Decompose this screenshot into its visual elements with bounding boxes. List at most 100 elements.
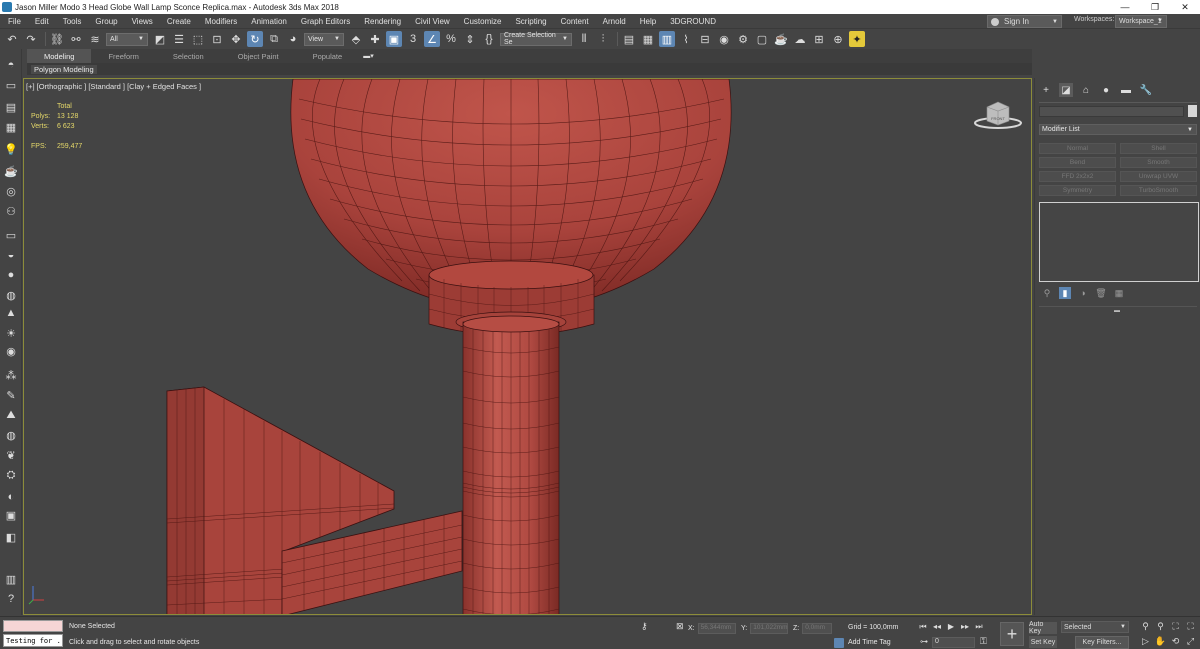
scene-list-icon[interactable]: ▤	[3, 99, 19, 115]
time-tag-icon[interactable]	[834, 638, 844, 648]
pan-icon[interactable]: ✋	[1153, 635, 1168, 648]
reference-coordinate-dropdown[interactable]: View ▼	[304, 32, 344, 46]
close-button[interactable]: ✕	[1170, 0, 1200, 14]
select-place-icon[interactable]: ◕	[285, 31, 301, 47]
selection-lock-icon[interactable]: ⚷	[641, 621, 648, 632]
menu-views[interactable]: Views	[126, 17, 161, 26]
object-name-field[interactable]	[1039, 106, 1184, 117]
workspace-select[interactable]: Workspace_1 ▼	[1115, 15, 1167, 28]
field-of-view-icon[interactable]: ▷	[1138, 635, 1153, 648]
bind-space-warp-icon[interactable]: ≋	[87, 31, 103, 47]
modify-tab-icon[interactable]: ◪	[1059, 83, 1073, 97]
next-frame-icon[interactable]: ▸▸	[960, 622, 970, 632]
modifier-bend-button[interactable]: Bend	[1039, 157, 1116, 168]
modifier-shell-button[interactable]: Shell	[1120, 143, 1197, 154]
select-rotate-icon[interactable]: ↻	[247, 31, 263, 47]
menu-arnold[interactable]: Arnold	[597, 17, 634, 26]
link-icon[interactable]: ⛓	[49, 31, 65, 47]
box-icon[interactable]: ▭	[3, 227, 19, 243]
window-crossing-icon[interactable]: ⊡	[209, 31, 225, 47]
select-by-name-icon[interactable]: ☰	[171, 31, 187, 47]
menu-tools[interactable]: Tools	[57, 17, 90, 26]
menu-help[interactable]: Help	[634, 17, 664, 26]
key-mode-icon[interactable]: ⚿	[980, 636, 987, 647]
absolute-mode-icon[interactable]: ⊠	[676, 621, 684, 632]
edit-named-selection-icon[interactable]: {}	[481, 31, 497, 47]
key-mode-dropdown[interactable]: Selected ▼	[1061, 621, 1129, 633]
make-unique-icon[interactable]: ◑	[1077, 287, 1089, 299]
teapot-icon[interactable]: ☕	[3, 163, 19, 179]
stem-cylinder[interactable]	[462, 315, 560, 615]
configure-modifier-sets-icon[interactable]: ▦	[1113, 287, 1125, 299]
render-sphere-icon[interactable]: ◐	[3, 489, 19, 505]
redo-icon[interactable]: ↷	[23, 31, 39, 47]
y-field[interactable]: 101,022mm	[750, 623, 789, 634]
menu-animation[interactable]: Animation	[245, 17, 295, 26]
plant-icon[interactable]: ❦	[3, 447, 19, 463]
add-time-tag-button[interactable]: Add Time Tag	[848, 639, 891, 646]
current-frame-field[interactable]: 0	[932, 637, 975, 648]
unlink-icon[interactable]: ⚯	[68, 31, 84, 47]
layer-explorer-icon[interactable]: ▦	[640, 31, 656, 47]
maxscript-mini-listener[interactable]: Testing for .	[3, 634, 63, 647]
material-editor-icon[interactable]: ◉	[716, 31, 732, 47]
modifier-symmetry-button[interactable]: Symmetry	[1039, 185, 1116, 196]
help-icon[interactable]: ?	[3, 591, 19, 607]
zoom-extents-all-icon[interactable]: ⛶	[1183, 620, 1198, 633]
align-icon[interactable]: ⫶	[595, 31, 611, 47]
viewport[interactable]: [+] [Orthographic ] [Standard ] [Clay + …	[23, 78, 1032, 615]
ribbon-tab-freeform[interactable]: Freeform	[91, 49, 155, 63]
utilities-tab-icon[interactable]: 🔧	[1139, 83, 1153, 97]
menu-graph-editors[interactable]: Graph Editors	[295, 17, 358, 26]
pin-stack-icon[interactable]: ⚲	[1041, 287, 1053, 299]
paste-icon[interactable]: ▣	[3, 507, 19, 523]
color-swatch-icon[interactable]: ◧	[3, 529, 19, 545]
render-in-cloud-icon[interactable]: ⊞	[811, 31, 827, 47]
render-production-icon[interactable]: ☕	[773, 31, 789, 47]
menu-scripting[interactable]: Scripting	[509, 17, 554, 26]
auto-key-button[interactable]: Auto Key	[1029, 621, 1057, 635]
zoom-all-icon[interactable]: ⚲	[1153, 620, 1168, 633]
menu-create[interactable]: Create	[161, 17, 199, 26]
schematic-view-icon[interactable]: ⊟	[697, 31, 713, 47]
modifier-ffd-button[interactable]: FFD 2x2x2	[1039, 171, 1116, 182]
ribbon-tab-modeling[interactable]: Modeling	[27, 49, 92, 63]
sphere-icon[interactable]: ●	[3, 267, 19, 283]
sun-icon[interactable]: ☀	[3, 325, 19, 341]
zoom-extents-icon[interactable]: ⛶	[1168, 620, 1183, 633]
z-field[interactable]: 0,0mm	[802, 623, 833, 634]
polygon-modeling-panel-label[interactable]: Polygon Modeling	[31, 64, 97, 74]
panel-grip-icon[interactable]: ▬	[1114, 308, 1120, 314]
terrain-icon[interactable]: ⛰	[3, 407, 19, 423]
grid-helper-icon[interactable]: ⚇	[3, 203, 19, 219]
disc-icon[interactable]: ◉	[3, 343, 19, 359]
motion-tab-icon[interactable]: ●	[1099, 83, 1113, 97]
brush-icon[interactable]: ✎	[3, 387, 19, 403]
previous-frame-icon[interactable]: ◂◂	[932, 622, 942, 632]
select-move-icon[interactable]: ✥	[228, 31, 244, 47]
go-to-start-icon[interactable]: ⏮	[918, 622, 928, 632]
menu-civil-view[interactable]: Civil View	[409, 17, 458, 26]
light-bulb-icon[interactable]: 💡	[3, 141, 19, 157]
hierarchy-tab-icon[interactable]: ⌂	[1079, 83, 1093, 97]
pivot-center-icon[interactable]: ⬘	[348, 31, 364, 47]
modifier-turbosmooth-button[interactable]: TurboSmooth	[1120, 185, 1197, 196]
modifier-stack-view[interactable]	[1039, 202, 1199, 282]
modifier-normal-button[interactable]: Normal	[1039, 143, 1116, 154]
menu-edit[interactable]: Edit	[29, 17, 57, 26]
minimize-button[interactable]: —	[1110, 0, 1140, 14]
named-selection-dropdown[interactable]: Create Selection Se ▼	[500, 32, 572, 46]
object-color-swatch[interactable]	[1188, 105, 1197, 117]
texture-icon[interactable]: ⛭	[3, 467, 19, 483]
undo-icon[interactable]: ↶	[4, 31, 20, 47]
modifier-smooth-button[interactable]: Smooth	[1120, 157, 1197, 168]
go-to-end-icon[interactable]: ⏭	[974, 622, 984, 632]
menu-3dground[interactable]: 3DGROUND	[664, 17, 724, 26]
ribbon-options-icon[interactable]: ▬▾	[363, 52, 374, 60]
maxscript-listener-output[interactable]	[3, 620, 63, 632]
curve-editor-icon[interactable]: ⌇	[678, 31, 694, 47]
info-icon[interactable]: ▥	[3, 571, 19, 587]
globe-icon[interactable]: ◍	[3, 427, 19, 443]
render-setup-icon[interactable]: ⚙	[735, 31, 751, 47]
snaps-toggle-icon[interactable]: 3	[405, 31, 421, 47]
